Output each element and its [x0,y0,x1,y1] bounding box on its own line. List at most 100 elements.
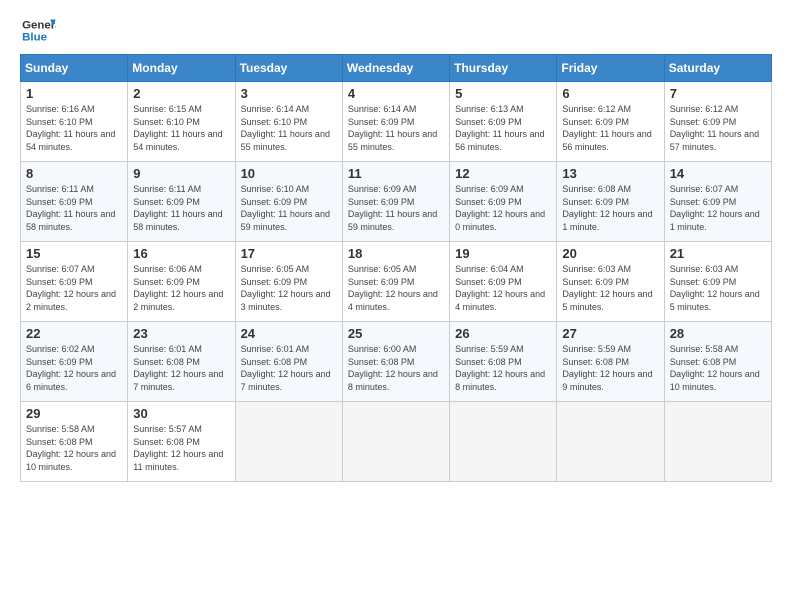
day-number: 22 [26,326,122,341]
day-number: 15 [26,246,122,261]
day-info: Sunrise: 5:58 AMSunset: 6:08 PMDaylight:… [670,343,766,393]
svg-text:General: General [22,19,56,31]
calendar-cell: 2 Sunrise: 6:15 AMSunset: 6:10 PMDayligh… [128,82,235,162]
day-info: Sunrise: 5:59 AMSunset: 6:08 PMDaylight:… [562,343,658,393]
day-info: Sunrise: 6:09 AMSunset: 6:09 PMDaylight:… [455,183,551,233]
day-number: 19 [455,246,551,261]
col-header-thursday: Thursday [450,55,557,82]
day-info: Sunrise: 5:57 AMSunset: 6:08 PMDaylight:… [133,423,229,473]
calendar-cell: 6 Sunrise: 6:12 AMSunset: 6:09 PMDayligh… [557,82,664,162]
week-row-1: 1 Sunrise: 6:16 AMSunset: 6:10 PMDayligh… [21,82,772,162]
calendar-cell: 13 Sunrise: 6:08 AMSunset: 6:09 PMDaylig… [557,162,664,242]
col-header-monday: Monday [128,55,235,82]
calendar-cell [664,402,771,482]
day-info: Sunrise: 6:04 AMSunset: 6:09 PMDaylight:… [455,263,551,313]
day-info: Sunrise: 6:01 AMSunset: 6:08 PMDaylight:… [241,343,337,393]
calendar-table: SundayMondayTuesdayWednesdayThursdayFrid… [20,54,772,482]
day-number: 20 [562,246,658,261]
day-info: Sunrise: 6:08 AMSunset: 6:09 PMDaylight:… [562,183,658,233]
day-number: 17 [241,246,337,261]
day-number: 26 [455,326,551,341]
calendar-cell: 5 Sunrise: 6:13 AMSunset: 6:09 PMDayligh… [450,82,557,162]
day-info: Sunrise: 6:14 AMSunset: 6:10 PMDaylight:… [241,103,337,153]
calendar-cell [342,402,449,482]
day-number: 28 [670,326,766,341]
day-number: 21 [670,246,766,261]
calendar-cell: 25 Sunrise: 6:00 AMSunset: 6:08 PMDaylig… [342,322,449,402]
week-row-4: 22 Sunrise: 6:02 AMSunset: 6:09 PMDaylig… [21,322,772,402]
calendar-cell: 1 Sunrise: 6:16 AMSunset: 6:10 PMDayligh… [21,82,128,162]
svg-text:Blue: Blue [22,32,47,44]
day-number: 16 [133,246,229,261]
day-number: 2 [133,86,229,101]
day-number: 30 [133,406,229,421]
day-number: 11 [348,166,444,181]
day-number: 3 [241,86,337,101]
day-info: Sunrise: 5:58 AMSunset: 6:08 PMDaylight:… [26,423,122,473]
calendar-cell: 18 Sunrise: 6:05 AMSunset: 6:09 PMDaylig… [342,242,449,322]
calendar-cell: 14 Sunrise: 6:07 AMSunset: 6:09 PMDaylig… [664,162,771,242]
day-info: Sunrise: 6:10 AMSunset: 6:09 PMDaylight:… [241,183,337,233]
day-number: 12 [455,166,551,181]
day-info: Sunrise: 6:05 AMSunset: 6:09 PMDaylight:… [348,263,444,313]
calendar-cell: 9 Sunrise: 6:11 AMSunset: 6:09 PMDayligh… [128,162,235,242]
day-number: 9 [133,166,229,181]
calendar-cell: 16 Sunrise: 6:06 AMSunset: 6:09 PMDaylig… [128,242,235,322]
day-number: 8 [26,166,122,181]
calendar-cell: 19 Sunrise: 6:04 AMSunset: 6:09 PMDaylig… [450,242,557,322]
day-info: Sunrise: 6:03 AMSunset: 6:09 PMDaylight:… [562,263,658,313]
day-number: 7 [670,86,766,101]
day-info: Sunrise: 6:07 AMSunset: 6:09 PMDaylight:… [670,183,766,233]
calendar-cell: 29 Sunrise: 5:58 AMSunset: 6:08 PMDaylig… [21,402,128,482]
day-info: Sunrise: 6:11 AMSunset: 6:09 PMDaylight:… [26,183,122,233]
calendar-cell: 23 Sunrise: 6:01 AMSunset: 6:08 PMDaylig… [128,322,235,402]
week-row-3: 15 Sunrise: 6:07 AMSunset: 6:09 PMDaylig… [21,242,772,322]
calendar-cell: 4 Sunrise: 6:14 AMSunset: 6:09 PMDayligh… [342,82,449,162]
col-header-sunday: Sunday [21,55,128,82]
day-info: Sunrise: 6:05 AMSunset: 6:09 PMDaylight:… [241,263,337,313]
day-info: Sunrise: 6:01 AMSunset: 6:08 PMDaylight:… [133,343,229,393]
day-info: Sunrise: 6:16 AMSunset: 6:10 PMDaylight:… [26,103,122,153]
calendar-cell [450,402,557,482]
calendar-cell: 21 Sunrise: 6:03 AMSunset: 6:09 PMDaylig… [664,242,771,322]
calendar-cell: 27 Sunrise: 5:59 AMSunset: 6:08 PMDaylig… [557,322,664,402]
calendar-cell: 12 Sunrise: 6:09 AMSunset: 6:09 PMDaylig… [450,162,557,242]
day-info: Sunrise: 6:02 AMSunset: 6:09 PMDaylight:… [26,343,122,393]
day-info: Sunrise: 5:59 AMSunset: 6:08 PMDaylight:… [455,343,551,393]
day-info: Sunrise: 6:14 AMSunset: 6:09 PMDaylight:… [348,103,444,153]
calendar-cell: 28 Sunrise: 5:58 AMSunset: 6:08 PMDaylig… [664,322,771,402]
day-number: 14 [670,166,766,181]
day-number: 6 [562,86,658,101]
logo: General Blue [20,16,56,46]
calendar-cell: 7 Sunrise: 6:12 AMSunset: 6:09 PMDayligh… [664,82,771,162]
calendar-cell: 10 Sunrise: 6:10 AMSunset: 6:09 PMDaylig… [235,162,342,242]
week-row-2: 8 Sunrise: 6:11 AMSunset: 6:09 PMDayligh… [21,162,772,242]
day-info: Sunrise: 6:12 AMSunset: 6:09 PMDaylight:… [562,103,658,153]
day-info: Sunrise: 6:12 AMSunset: 6:09 PMDaylight:… [670,103,766,153]
day-number: 27 [562,326,658,341]
day-number: 1 [26,86,122,101]
calendar-cell [557,402,664,482]
calendar-cell: 20 Sunrise: 6:03 AMSunset: 6:09 PMDaylig… [557,242,664,322]
calendar-cell: 15 Sunrise: 6:07 AMSunset: 6:09 PMDaylig… [21,242,128,322]
day-number: 10 [241,166,337,181]
day-number: 25 [348,326,444,341]
day-number: 4 [348,86,444,101]
col-header-tuesday: Tuesday [235,55,342,82]
calendar-cell [235,402,342,482]
col-header-wednesday: Wednesday [342,55,449,82]
day-info: Sunrise: 6:07 AMSunset: 6:09 PMDaylight:… [26,263,122,313]
day-number: 23 [133,326,229,341]
calendar-cell: 17 Sunrise: 6:05 AMSunset: 6:09 PMDaylig… [235,242,342,322]
day-info: Sunrise: 6:13 AMSunset: 6:09 PMDaylight:… [455,103,551,153]
day-number: 29 [26,406,122,421]
col-header-saturday: Saturday [664,55,771,82]
calendar-cell: 11 Sunrise: 6:09 AMSunset: 6:09 PMDaylig… [342,162,449,242]
day-info: Sunrise: 6:09 AMSunset: 6:09 PMDaylight:… [348,183,444,233]
calendar-cell: 22 Sunrise: 6:02 AMSunset: 6:09 PMDaylig… [21,322,128,402]
day-number: 5 [455,86,551,101]
day-number: 24 [241,326,337,341]
calendar-cell: 26 Sunrise: 5:59 AMSunset: 6:08 PMDaylig… [450,322,557,402]
header: General Blue [20,16,772,46]
day-info: Sunrise: 6:15 AMSunset: 6:10 PMDaylight:… [133,103,229,153]
